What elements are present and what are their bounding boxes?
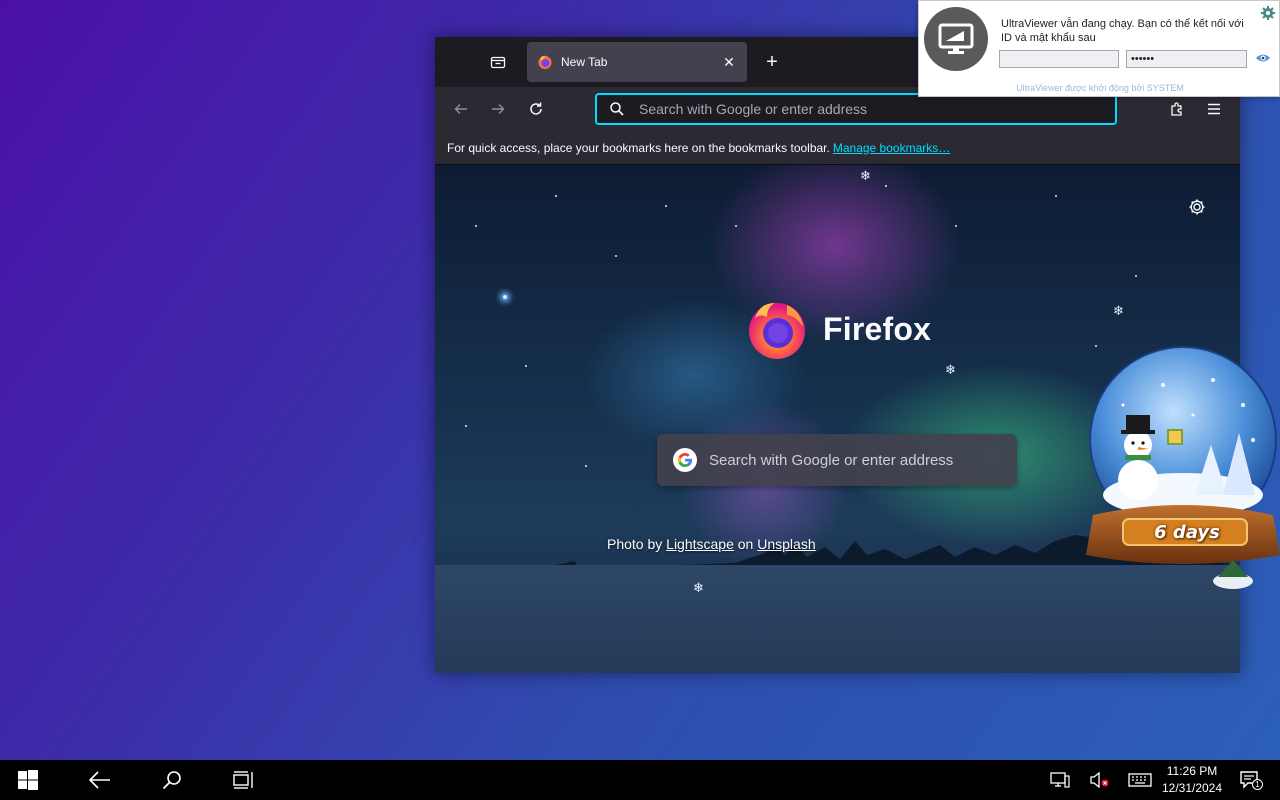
bookmarks-hint-text: For quick access, place your bookmarks h… (447, 140, 830, 155)
star (735, 225, 737, 227)
start-button[interactable] (4, 760, 52, 800)
puzzle-piece-icon (1171, 102, 1182, 116)
snowflake-icon: ❄ (693, 581, 704, 596)
gear-icon (1189, 199, 1205, 215)
credit-prefix: Photo by (607, 536, 663, 552)
eye-icon[interactable] (1255, 51, 1271, 65)
countdown-label: 6 days (1154, 522, 1220, 543)
forward-button[interactable] (484, 95, 512, 123)
star (615, 255, 617, 257)
address-input[interactable] (639, 101, 1115, 117)
reload-icon (530, 102, 542, 115)
snow-globe-widget[interactable]: 6 days (1083, 345, 1280, 595)
back-button[interactable] (447, 95, 475, 123)
firefox-logo-icon (749, 303, 805, 359)
tab-new-tab[interactable]: New Tab ✕ (527, 42, 747, 82)
back-arrow-icon (454, 104, 467, 114)
task-view-icon (233, 771, 253, 789)
star (465, 425, 467, 427)
ultraviewer-password-field[interactable]: •••••• (1126, 50, 1247, 68)
action-center-button[interactable]: 1 (1240, 770, 1263, 790)
credit-site-link[interactable]: Unsplash (757, 536, 815, 552)
address-bar[interactable] (595, 93, 1117, 125)
settings-gear-icon[interactable] (1260, 5, 1276, 21)
ultraviewer-footer: UltraViewer được khởi động bởi SYSTEM (1016, 83, 1184, 93)
hamburger-menu-icon (1208, 103, 1220, 115)
star (525, 365, 527, 367)
extensions-button[interactable] (1163, 95, 1191, 123)
tab-title: New Tab (561, 55, 608, 69)
windows-logo-icon (18, 770, 38, 790)
new-tab-button[interactable]: + (760, 50, 784, 74)
newtab-search-input[interactable] (709, 451, 1017, 469)
forward-arrow-icon (492, 104, 505, 114)
firefox-favicon-icon (538, 55, 552, 69)
star (1055, 195, 1057, 197)
star (585, 465, 587, 467)
snowflake-icon: ❄ (860, 169, 871, 184)
monitor-icon (924, 7, 988, 71)
search-icon (610, 102, 624, 116)
clock-date: 12/31/2024 (1161, 781, 1223, 795)
firefox-view-button[interactable] (486, 50, 510, 74)
google-logo-icon (673, 448, 697, 472)
search-button[interactable] (148, 760, 196, 800)
clock-time: 11:26 PM (1166, 764, 1218, 778)
back-nav-button[interactable] (76, 760, 124, 800)
search-icon (162, 771, 181, 790)
ultraviewer-id-field[interactable] (999, 50, 1119, 68)
taskbar: 11:26 PM 12/31/2024 1 (0, 760, 1280, 800)
bookmarks-toolbar: For quick access, place your bookmarks h… (435, 131, 1240, 165)
notification-count: 1 (1252, 779, 1263, 790)
snowflake-icon: ❄ (723, 165, 734, 166)
newtab-search-box[interactable] (657, 434, 1017, 486)
task-view-button[interactable] (220, 760, 268, 800)
system-clock[interactable]: 11:26 PM 12/31/2024 (1152, 763, 1232, 797)
bright-star (503, 295, 507, 299)
manage-bookmarks-link[interactable]: Manage bookmarks… (833, 141, 950, 155)
star (475, 225, 477, 227)
network-tray-icon[interactable] (1050, 770, 1070, 790)
firefox-view-icon (490, 56, 506, 69)
photo-credit: Photo by Lightscape on Unsplash (607, 536, 816, 552)
star (555, 195, 557, 197)
reload-button[interactable] (522, 95, 550, 123)
snow-globe-icon (1086, 346, 1280, 589)
keyboard-tray-icon[interactable] (1128, 770, 1152, 790)
back-arrow-icon (89, 771, 110, 789)
snowflake-icon: ❄ (1113, 304, 1124, 319)
star (1135, 275, 1137, 277)
firefox-wordmark: Firefox (823, 310, 932, 347)
volume-muted-icon[interactable] (1090, 770, 1110, 790)
snowflake-icon: ❄ (945, 363, 956, 378)
star (955, 225, 957, 227)
firefox-branding: Firefox (745, 297, 931, 361)
app-menu-button[interactable] (1200, 95, 1228, 123)
ultraviewer-message: UltraViewer vẫn đang chạy. Bạn có thể kế… (1001, 18, 1244, 44)
ultraviewer-popup: UltraViewer vẫn đang chạy. Bạn có thể kế… (918, 0, 1280, 97)
star (885, 185, 887, 187)
star (665, 205, 667, 207)
credit-on: on (737, 536, 754, 552)
customize-button[interactable] (1187, 197, 1207, 217)
credit-author-link[interactable]: Lightscape (666, 536, 734, 552)
close-tab-icon[interactable]: ✕ (719, 52, 739, 72)
